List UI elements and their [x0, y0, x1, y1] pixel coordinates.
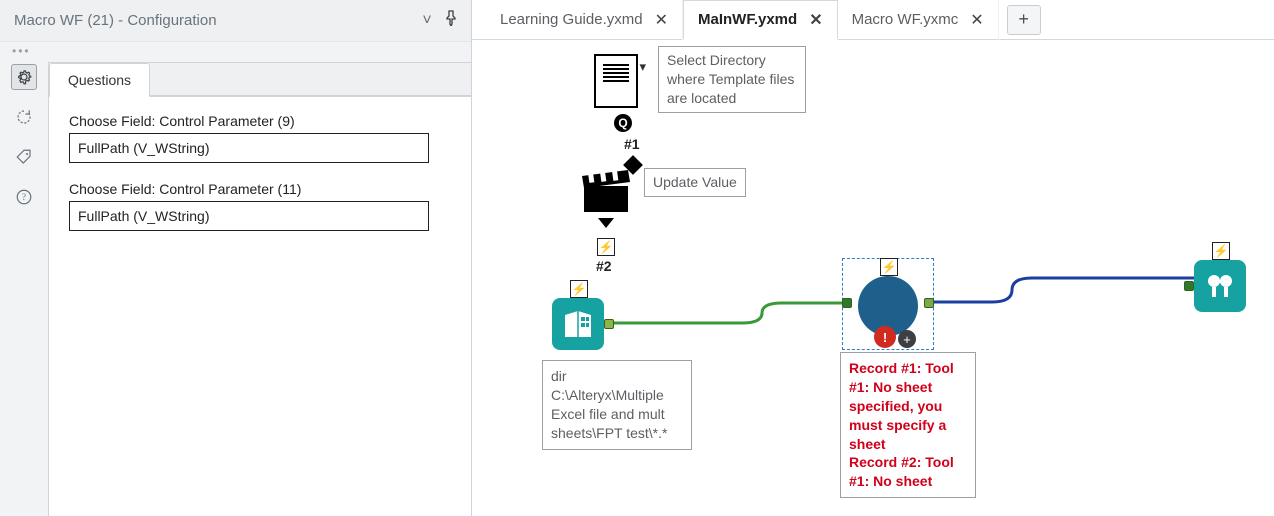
- doc-tab-label: Learning Guide.yxmd: [500, 11, 643, 28]
- doc-tab-2[interactable]: Macro WF.yxmc ✕: [838, 0, 999, 40]
- close-icon[interactable]: ✕: [655, 10, 668, 30]
- input-port[interactable]: [1184, 281, 1194, 291]
- doc-tab-1[interactable]: MaInWF.yxmd ✕: [683, 0, 838, 40]
- chevron-down-icon[interactable]: ˅: [415, 12, 439, 30]
- help-icon[interactable]: ?: [11, 184, 37, 210]
- text-input-tool-icon[interactable]: ▾: [594, 54, 638, 108]
- field-label: Choose Field: Control Parameter (9): [69, 113, 451, 129]
- pin-icon[interactable]: [439, 10, 463, 31]
- bolt-icon: ⚡: [597, 238, 615, 256]
- action-tool-icon[interactable]: [580, 170, 632, 216]
- refresh-icon[interactable]: [11, 104, 37, 130]
- field-input-0[interactable]: [69, 133, 429, 163]
- bolt-icon: ⚡: [880, 258, 898, 276]
- directory-tool-icon[interactable]: [552, 298, 604, 350]
- config-vertical-toolbar: ?: [0, 58, 48, 516]
- tool-annotation: dir C:\Alteryx\Multiple Excel file and m…: [542, 360, 692, 450]
- bolt-icon: ⚡: [570, 280, 588, 298]
- browse-tool-icon[interactable]: [1194, 260, 1246, 312]
- workflow-area: Learning Guide.yxmd ✕ MaInWF.yxmd ✕ Macr…: [472, 0, 1274, 516]
- overflow-dots-icon[interactable]: •••: [0, 42, 471, 58]
- tag-icon[interactable]: [11, 144, 37, 170]
- tool-annotation: Update Value: [644, 168, 746, 197]
- field-input-1[interactable]: [69, 201, 429, 231]
- connection-wire: [612, 300, 852, 340]
- input-port[interactable]: [842, 298, 852, 308]
- workflow-canvas[interactable]: ▾ Select Directory where Template files …: [472, 40, 1274, 516]
- config-panel-title: Macro WF (21) - Configuration: [14, 12, 415, 29]
- hash-label-1: #1: [624, 136, 640, 152]
- connection-wire: [932, 270, 1212, 310]
- document-tab-strip: Learning Guide.yxmd ✕ MaInWF.yxmd ✕ Macr…: [472, 0, 1274, 40]
- close-icon[interactable]: ✕: [809, 10, 822, 30]
- error-annotation: Record #1: Tool #1: No sheet specified, …: [840, 352, 976, 498]
- doc-tab-0[interactable]: Learning Guide.yxmd ✕: [486, 0, 683, 40]
- error-icon: !: [874, 326, 896, 348]
- config-panel-header: Macro WF (21) - Configuration ˅: [0, 0, 471, 42]
- plus-icon[interactable]: +: [898, 330, 916, 348]
- tool-annotation: Select Directory where Template files ar…: [658, 46, 806, 113]
- dropdown-caret-icon: ▾: [639, 59, 646, 75]
- q-anchor-icon: Q: [614, 114, 632, 132]
- doc-tab-label: Macro WF.yxmc: [852, 11, 959, 28]
- doc-tab-label: MaInWF.yxmd: [698, 11, 797, 28]
- configuration-panel: Macro WF (21) - Configuration ˅ ••• ? Qu…: [0, 0, 472, 516]
- field-group-1: Choose Field: Control Parameter (11): [69, 181, 451, 231]
- anchor-out-icon: [598, 218, 614, 228]
- bolt-icon: ⚡: [1212, 242, 1230, 260]
- tab-questions[interactable]: Questions: [49, 63, 150, 97]
- close-icon[interactable]: ✕: [970, 10, 983, 30]
- field-label: Choose Field: Control Parameter (11): [69, 181, 451, 197]
- svg-text:?: ?: [22, 192, 26, 202]
- new-tab-button[interactable]: +: [1007, 5, 1041, 35]
- field-group-0: Choose Field: Control Parameter (9): [69, 113, 451, 163]
- hash-label-2: #2: [596, 258, 612, 274]
- gear-icon[interactable]: [11, 64, 37, 90]
- config-content-area: Questions Choose Field: Control Paramete…: [48, 62, 471, 516]
